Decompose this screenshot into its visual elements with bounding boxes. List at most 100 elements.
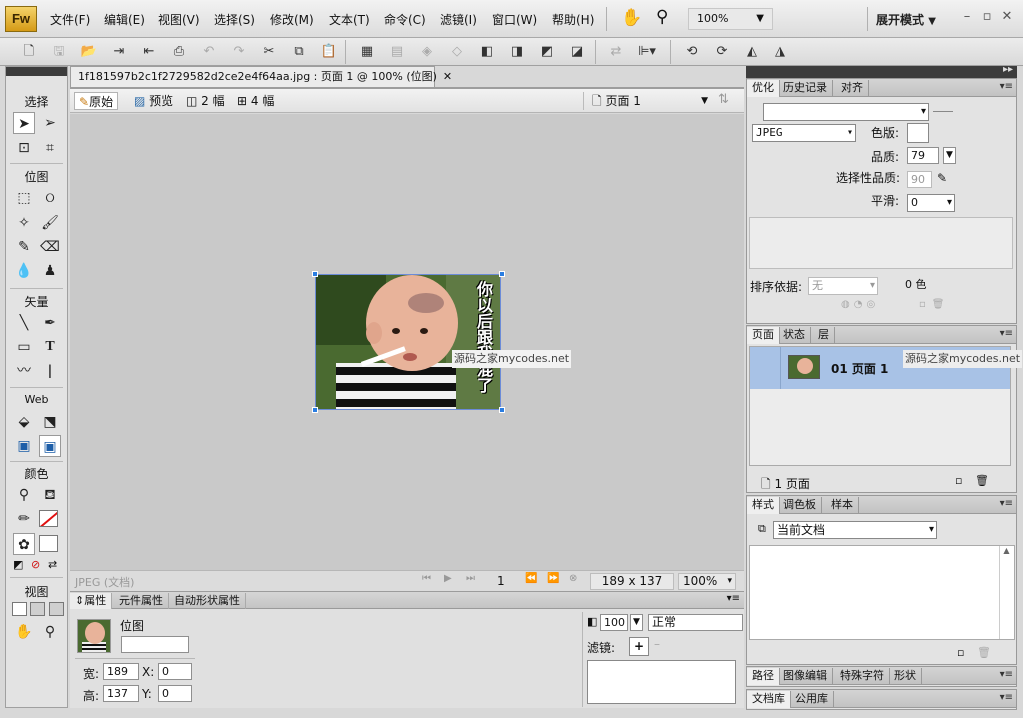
- styles-scrollbar[interactable]: ▲: [999, 546, 1013, 639]
- tab-special-characters[interactable]: 特殊字符: [835, 668, 890, 685]
- opacity-slider-button[interactable]: ▼: [630, 614, 643, 631]
- export-icon[interactable]: ⇤: [139, 42, 159, 62]
- filters-list[interactable]: [587, 660, 736, 704]
- flip-vertical-icon[interactable]: ◮: [770, 42, 790, 62]
- tab-optimize[interactable]: 优化: [747, 80, 780, 97]
- fullscreen-menu-icon[interactable]: [30, 602, 45, 616]
- delete-page-icon[interactable]: 🗑: [975, 474, 989, 487]
- open-folder-icon[interactable]: 📂: [79, 42, 99, 62]
- view-preview-button[interactable]: ▨ 预览: [130, 92, 177, 110]
- send-back-icon[interactable]: ◪: [567, 42, 587, 62]
- width-input[interactable]: 189: [103, 663, 139, 680]
- minimize-icon[interactable]: –: [958, 8, 976, 26]
- fill-color-swatch[interactable]: [39, 535, 58, 552]
- pen-tool-icon[interactable]: ✒: [39, 312, 61, 334]
- tab-history[interactable]: 历史记录: [778, 80, 833, 97]
- panel-menu-icon[interactable]: ▾≡: [727, 593, 740, 604]
- magic-wand-tool-icon[interactable]: ✧: [13, 212, 35, 234]
- tab-swatches[interactable]: 调色板: [778, 497, 822, 514]
- text-tool-icon[interactable]: T: [39, 336, 61, 358]
- crop-tool-icon[interactable]: ⌗: [39, 137, 61, 159]
- default-colors-icon[interactable]: ◩: [13, 558, 23, 571]
- height-input[interactable]: 137: [103, 685, 139, 702]
- fullscreen-icon[interactable]: [49, 602, 64, 616]
- stop-icon[interactable]: ⊗: [569, 573, 577, 584]
- knife-tool-icon[interactable]: ǀ: [39, 360, 61, 382]
- styles-list[interactable]: [749, 545, 1015, 640]
- stroke-color-swatch[interactable]: [39, 510, 58, 527]
- paint-bucket-tool-icon[interactable]: ⛾: [39, 484, 61, 506]
- align-icon[interactable]: ⊫▾: [632, 42, 662, 62]
- bring-front-icon[interactable]: ◧: [477, 42, 497, 62]
- hotspot-tool-icon[interactable]: ⬙: [13, 411, 35, 433]
- add-filter-button[interactable]: +: [629, 637, 649, 656]
- smoothing-select[interactable]: 0: [907, 194, 955, 212]
- menu-filters[interactable]: 滤镜(I): [440, 11, 477, 28]
- first-frame-icon[interactable]: ⏮: [422, 573, 431, 584]
- menu-file[interactable]: 文件(F): [50, 11, 90, 28]
- paste-icon[interactable]: 📋: [319, 42, 339, 62]
- tab-image-edit[interactable]: 图像编辑: [778, 668, 833, 685]
- tab-samples[interactable]: 样本: [826, 497, 859, 514]
- tab-align[interactable]: 对齐: [836, 80, 869, 97]
- x-input[interactable]: 0: [158, 663, 192, 680]
- color-table-edit-icon[interactable]: ▫🗑: [919, 299, 950, 310]
- status-zoom-select[interactable]: 100% ▾: [678, 573, 736, 590]
- remove-filter-button[interactable]: –: [654, 637, 660, 651]
- prev-frame-icon[interactable]: ⏪: [525, 573, 537, 584]
- tab-styles[interactable]: 样式: [747, 497, 780, 514]
- selection-handle[interactable]: [499, 271, 505, 277]
- slice-tool-icon[interactable]: ⬔: [39, 411, 61, 433]
- eyedropper-tool-icon[interactable]: ⚲: [13, 484, 35, 506]
- hand-tool-icon[interactable]: ✋: [13, 621, 35, 643]
- styles-source-select[interactable]: 当前文档: [773, 521, 937, 539]
- view-4up-button[interactable]: ⊞ 4 幅: [233, 92, 278, 110]
- selection-handle[interactable]: [312, 271, 318, 277]
- close-icon[interactable]: ✕: [998, 8, 1016, 26]
- flip-horizontal-icon[interactable]: ◭: [742, 42, 762, 62]
- panel-menu-icon[interactable]: ▾≡: [1000, 498, 1013, 509]
- distribute-icon[interactable]: ⇄: [606, 42, 626, 62]
- menu-help[interactable]: 帮助(H): [552, 11, 594, 28]
- menu-select[interactable]: 选择(S): [214, 11, 255, 28]
- opacity-input[interactable]: 100: [600, 614, 628, 631]
- tab-path[interactable]: 路径: [747, 668, 780, 685]
- blur-tool-icon[interactable]: 💧: [13, 260, 35, 282]
- rotate-right-icon[interactable]: ⟳: [712, 42, 732, 62]
- play-icon[interactable]: ▶: [444, 573, 452, 584]
- preset-select[interactable]: [763, 103, 929, 121]
- standard-screen-icon[interactable]: [12, 602, 27, 616]
- rectangle-tool-icon[interactable]: ▭: [13, 336, 35, 358]
- workspace-switcher[interactable]: 展开模式 ▼: [876, 11, 936, 28]
- selection-handle[interactable]: [312, 407, 318, 413]
- split-icon[interactable]: ◇: [447, 42, 467, 62]
- lasso-tool-icon[interactable]: ଠ: [39, 187, 61, 209]
- tab-pages[interactable]: 页面: [747, 327, 780, 344]
- tab-symbol-properties[interactable]: 元件属性: [114, 593, 169, 609]
- delete-style-icon[interactable]: 🗑: [977, 646, 991, 659]
- hide-slices-icon[interactable]: ▣: [13, 435, 35, 457]
- brush-tool-icon[interactable]: 🖌: [39, 212, 61, 234]
- hand-icon[interactable]: ✋: [621, 8, 642, 28]
- zoom-tool-icon[interactable]: ⚲: [39, 621, 61, 643]
- bitmap-image[interactable]: 你以后跟我混了: [315, 274, 501, 410]
- swap-colors-icon[interactable]: ⇄: [48, 558, 57, 571]
- blend-mode-select[interactable]: 正常: [648, 614, 743, 631]
- send-backward-icon[interactable]: ◩: [537, 42, 557, 62]
- rotate-left-icon[interactable]: ⟲: [682, 42, 702, 62]
- save-icon[interactable]: 🖫: [49, 42, 69, 62]
- menu-text[interactable]: 文本(T): [329, 11, 370, 28]
- menu-view[interactable]: 视图(V): [158, 11, 200, 28]
- menu-commands[interactable]: 命令(C): [384, 11, 426, 28]
- y-input[interactable]: 0: [158, 685, 192, 702]
- rubber-stamp-tool-icon[interactable]: ♟: [39, 260, 61, 282]
- eraser-tool-icon[interactable]: ⌫: [39, 236, 61, 258]
- selective-quality-input[interactable]: 90: [907, 171, 932, 188]
- menu-window[interactable]: 窗口(W): [492, 11, 537, 28]
- last-frame-icon[interactable]: ⏭: [466, 573, 475, 584]
- bring-forward-icon[interactable]: ◨: [507, 42, 527, 62]
- document-tab[interactable]: 1f181597b2c1f2729582d2ce2e4f64aa.jpg : 页…: [70, 66, 452, 87]
- tab-states[interactable]: 状态: [778, 327, 811, 344]
- tab-properties[interactable]: ⇕属性: [70, 593, 113, 609]
- group-icon[interactable]: ▦: [357, 42, 377, 62]
